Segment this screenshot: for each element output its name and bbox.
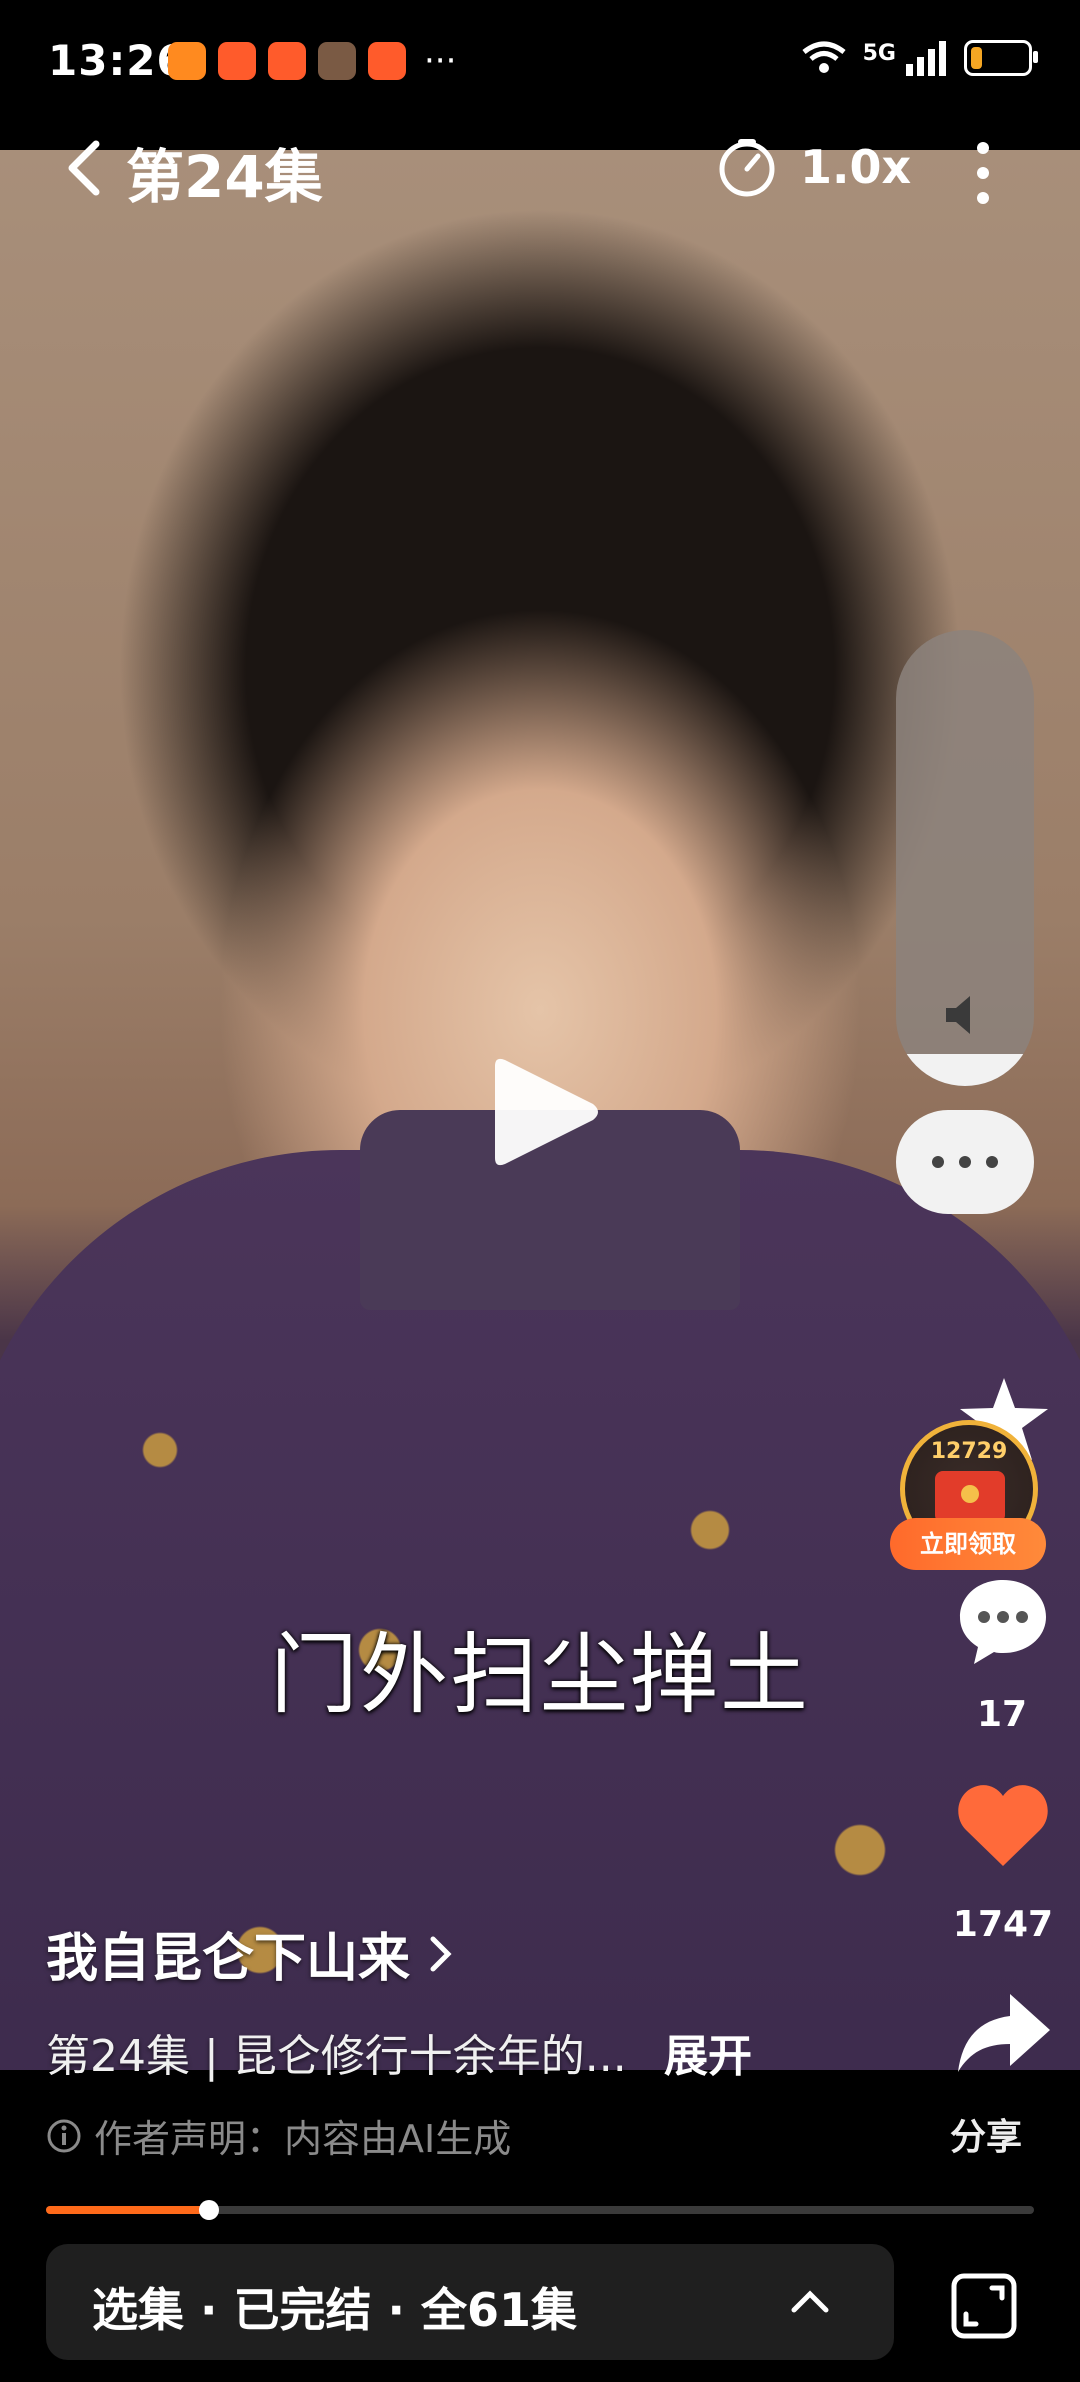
heart-icon[interactable] xyxy=(954,1780,1052,1870)
playback-speed-button[interactable]: 1.0x xyxy=(800,140,911,194)
video-app-icon xyxy=(368,42,406,80)
video-progress-bar[interactable] xyxy=(46,2200,1034,2220)
wifi-icon xyxy=(802,41,846,73)
back-button[interactable] xyxy=(56,138,116,198)
heart-app-icon xyxy=(168,42,206,80)
video-progress-knob[interactable] xyxy=(199,2200,220,2220)
video-app-icon xyxy=(218,42,256,80)
disclaimer-text: 作者声明：内容由AI生成 xyxy=(94,2117,512,2161)
status-time: 13:26 xyxy=(48,36,187,85)
volume-slider[interactable] xyxy=(896,630,1034,1086)
claim-reward-button[interactable]: 立即领取 xyxy=(890,1518,1046,1570)
status-bar: 13:26 ··· 5G xyxy=(0,0,1080,150)
ai-disclaimer: 作者声明：内容由AI生成 xyxy=(46,2108,511,2163)
episode-description: 第24集 | 昆仑修行十余年的... xyxy=(46,2031,627,2082)
expand-description-button[interactable]: 展开 xyxy=(664,2020,752,2084)
series-title-link[interactable]: 我自昆仑下山来 xyxy=(46,1916,454,1991)
volume-slider-fill xyxy=(896,1054,1034,1086)
more-dot xyxy=(932,1156,944,1168)
red-envelope-icon xyxy=(935,1471,1005,1523)
more-dot xyxy=(959,1156,971,1168)
share-button-label[interactable]: 分享 xyxy=(950,2108,1022,2160)
signal-icon xyxy=(906,41,946,76)
game-app-icon xyxy=(318,42,356,80)
chevron-up-icon xyxy=(791,2290,829,2313)
video-progress-fill xyxy=(46,2206,210,2214)
share-icon[interactable] xyxy=(954,1990,1052,2074)
status-right: 5G xyxy=(801,40,1038,76)
more-options-icon[interactable] xyxy=(968,138,998,208)
series-title: 我自昆仑下山来 xyxy=(46,1929,411,1989)
fullscreen-icon[interactable] xyxy=(948,2270,1020,2342)
video-app-icon xyxy=(268,42,306,80)
play-button[interactable] xyxy=(475,1052,605,1172)
reward-count: 12729 xyxy=(930,1439,1008,1464)
episode-title: 第24集 xyxy=(126,143,323,211)
back-arrow-icon xyxy=(68,140,100,196)
more-dot xyxy=(986,1156,998,1168)
battery-level xyxy=(971,47,982,69)
like-count: 1747 xyxy=(952,1904,1054,1945)
speed-timer-icon[interactable] xyxy=(716,138,778,200)
video-subtitle: 门外扫尘掸土 xyxy=(269,1623,810,1726)
chevron-right-icon xyxy=(430,1936,452,1971)
notification-icons: ··· xyxy=(168,42,456,80)
more-notifications-icon: ··· xyxy=(424,41,457,81)
more-menu-button[interactable] xyxy=(896,1110,1034,1214)
info-icon xyxy=(47,2119,81,2152)
network-type: 5G xyxy=(862,40,896,66)
episode-selector[interactable]: 选集 · 已完结 · 全61集 xyxy=(46,2244,894,2360)
episode-selector-label: 选集 · 已完结 · 全61集 xyxy=(92,2283,578,2337)
battery-icon xyxy=(964,40,1038,76)
volume-icon xyxy=(946,996,970,1034)
